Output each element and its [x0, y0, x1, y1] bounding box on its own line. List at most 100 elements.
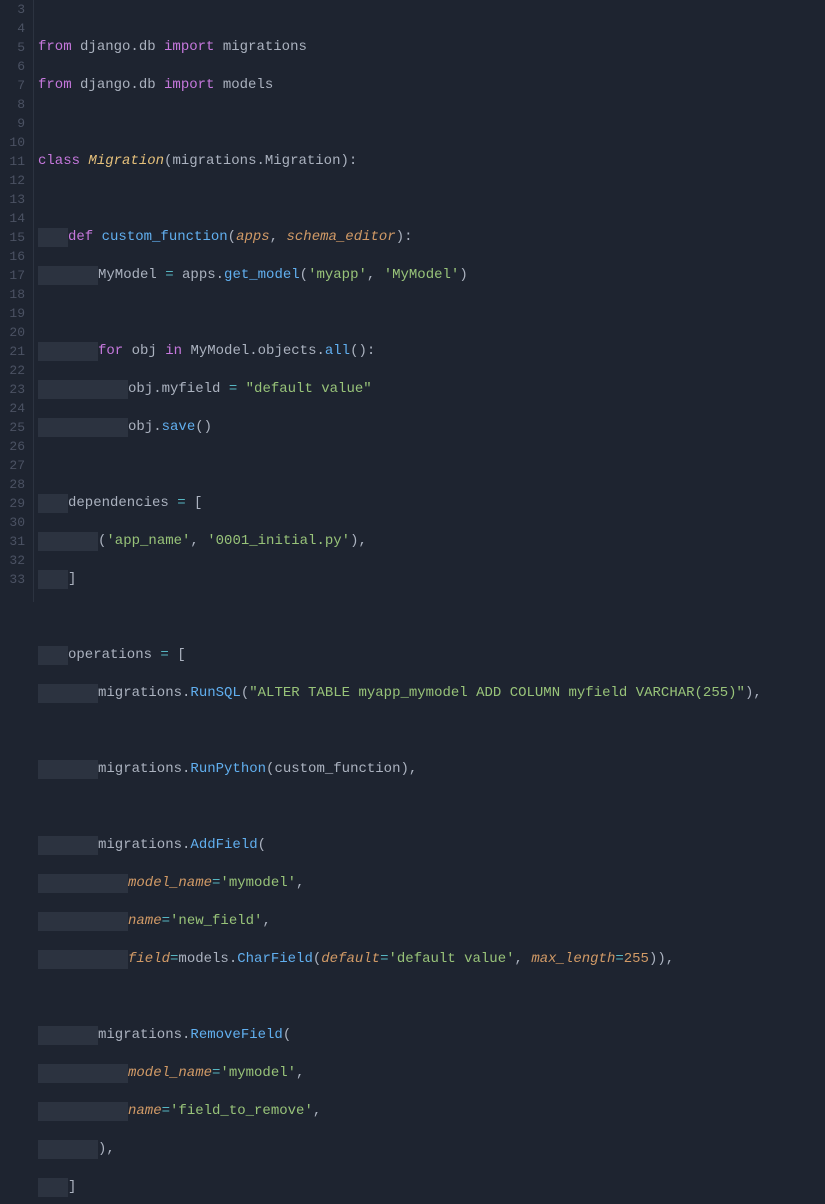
line-number: 3	[4, 0, 25, 19]
code-line[interactable]: migrations.RemoveField(	[38, 1026, 825, 1045]
line-number: 14	[4, 209, 25, 228]
code-line[interactable]: name='new_field',	[38, 912, 825, 931]
code-line[interactable]: ]	[38, 570, 825, 589]
code-line[interactable]: from django.db import migrations	[38, 38, 825, 57]
code-line[interactable]: migrations.AddField(	[38, 836, 825, 855]
line-number: 15	[4, 228, 25, 247]
keyword: def	[68, 229, 93, 245]
indent-block	[38, 494, 68, 513]
code-line[interactable]: operations = [	[38, 646, 825, 665]
code-line[interactable]: from django.db import models	[38, 76, 825, 95]
function-call: CharField	[237, 951, 313, 967]
code-line[interactable]: migrations.RunPython(custom_function),	[38, 760, 825, 779]
kwarg: name	[128, 913, 162, 929]
indent-block	[38, 950, 128, 969]
code-line[interactable]: model_name='mymodel',	[38, 874, 825, 893]
line-number: 32	[4, 551, 25, 570]
code-line[interactable]: ]	[38, 1178, 825, 1197]
line-number: 11	[4, 152, 25, 171]
string: 'new_field'	[170, 913, 262, 929]
line-number: 29	[4, 494, 25, 513]
function-call: get_model	[224, 267, 300, 283]
line-number: 19	[4, 304, 25, 323]
indent-block	[38, 532, 98, 551]
line-number: 30	[4, 513, 25, 532]
function-call: AddField	[190, 837, 257, 853]
code-line[interactable]: field=models.CharField(default='default …	[38, 950, 825, 969]
line-number: 13	[4, 190, 25, 209]
module-name: models	[214, 77, 273, 93]
line-number: 6	[4, 57, 25, 76]
code-line[interactable]: name='field_to_remove',	[38, 1102, 825, 1121]
code-area[interactable]: from django.db import migrations from dj…	[34, 0, 825, 602]
code-line[interactable]: for obj in MyModel.objects.all():	[38, 342, 825, 361]
line-number: 31	[4, 532, 25, 551]
code-line[interactable]: dependencies = [	[38, 494, 825, 513]
kwarg: model_name	[128, 875, 212, 891]
code-line[interactable]	[38, 722, 825, 741]
kwarg: model_name	[128, 1065, 212, 1081]
code-line[interactable]	[38, 190, 825, 209]
code-line[interactable]: MyModel = apps.get_model('myapp', 'MyMod…	[38, 266, 825, 285]
module-name: migrations	[214, 39, 306, 55]
keyword: in	[165, 343, 182, 359]
line-number: 9	[4, 114, 25, 133]
code-line[interactable]	[38, 988, 825, 1007]
module-path: django.db	[72, 77, 164, 93]
code-line[interactable]: ('app_name', '0001_initial.py'),	[38, 532, 825, 551]
indent-block	[38, 342, 98, 361]
code-line[interactable]: obj.myfield = "default value"	[38, 380, 825, 399]
function-call: RemoveField	[190, 1027, 282, 1043]
string: 'field_to_remove'	[170, 1103, 313, 1119]
indent-block	[38, 646, 68, 665]
line-number: 16	[4, 247, 25, 266]
code-line[interactable]	[38, 304, 825, 323]
kwarg: field	[128, 951, 170, 967]
keyword: for	[98, 343, 123, 359]
indent-block	[38, 228, 68, 247]
indent-block	[38, 1064, 128, 1083]
line-number: 5	[4, 38, 25, 57]
indent-block	[38, 1178, 68, 1197]
indent-block	[38, 760, 98, 779]
kwarg: max_length	[531, 951, 615, 967]
code-line[interactable]	[38, 608, 825, 627]
code-editor[interactable]: 3456789101112131415161718192021222324252…	[0, 0, 825, 602]
string: 'mymodel'	[220, 1065, 296, 1081]
string: 'MyModel'	[384, 267, 460, 283]
line-number: 8	[4, 95, 25, 114]
line-number: 27	[4, 456, 25, 475]
function-call: save	[162, 419, 196, 435]
line-number: 7	[4, 76, 25, 95]
indent-block	[38, 266, 98, 285]
class-name: Migration	[88, 153, 164, 169]
indent-block	[38, 380, 128, 399]
function-name: custom_function	[102, 229, 228, 245]
line-number: 25	[4, 418, 25, 437]
code-line[interactable]: def custom_function(apps, schema_editor)…	[38, 228, 825, 247]
line-number: 12	[4, 171, 25, 190]
code-line[interactable]: migrations.RunSQL("ALTER TABLE myapp_mym…	[38, 684, 825, 703]
indent-block	[38, 874, 128, 893]
keyword: from	[38, 39, 72, 55]
line-number: 21	[4, 342, 25, 361]
code-line[interactable]: class Migration(migrations.Migration):	[38, 152, 825, 171]
code-line[interactable]	[38, 114, 825, 133]
indent-block	[38, 1026, 98, 1045]
function-call: RunSQL	[190, 685, 240, 701]
code-line[interactable]	[38, 456, 825, 475]
line-number: 17	[4, 266, 25, 285]
code-line[interactable]: obj.save()	[38, 418, 825, 437]
indent-block	[38, 836, 98, 855]
code-line[interactable]: ),	[38, 1140, 825, 1159]
line-number: 23	[4, 380, 25, 399]
string: "default value"	[246, 381, 372, 397]
string: 'myapp'	[308, 267, 367, 283]
line-number: 22	[4, 361, 25, 380]
code-line[interactable]: model_name='mymodel',	[38, 1064, 825, 1083]
line-number: 18	[4, 285, 25, 304]
kwarg: default	[321, 951, 380, 967]
string: 'app_name'	[106, 533, 190, 549]
code-line[interactable]	[38, 798, 825, 817]
parameter: schema_editor	[286, 229, 395, 245]
